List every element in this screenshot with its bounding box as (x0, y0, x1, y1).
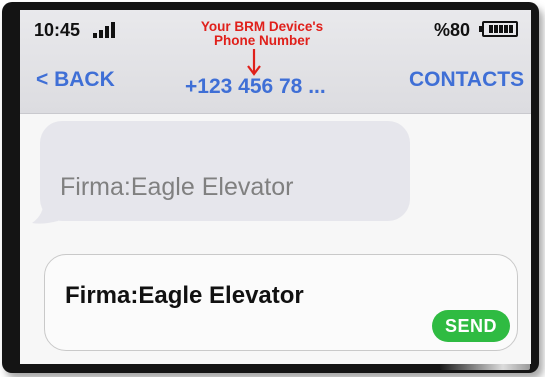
annotation-line-1: Your BRM Device's (200, 19, 324, 34)
status-time: 10:45 (34, 20, 81, 40)
contact-phone-number: +123 456 78 ... (185, 75, 326, 98)
signal-strength-icon (93, 22, 119, 38)
battery-percentage: %80 (434, 20, 471, 40)
phone-number-annotation: Your BRM Device's Phone Number (167, 20, 357, 48)
compose-input-text: Firma:Eagle Elevator (65, 282, 304, 309)
received-message-bubble (40, 121, 410, 221)
received-message-text: Firma:Eagle Elevator (60, 173, 294, 201)
battery-icon (479, 21, 518, 37)
annotation-line-2: Phone Number (213, 33, 310, 48)
contacts-button[interactable]: CONTACTS (409, 68, 524, 92)
send-button[interactable]: SEND (432, 310, 510, 342)
annotation-arrow-icon (247, 49, 261, 76)
phone-screen: 10:45 %80 Your BRM Device's Phone Number… (20, 10, 531, 364)
back-button[interactable]: < BACK (36, 68, 115, 92)
